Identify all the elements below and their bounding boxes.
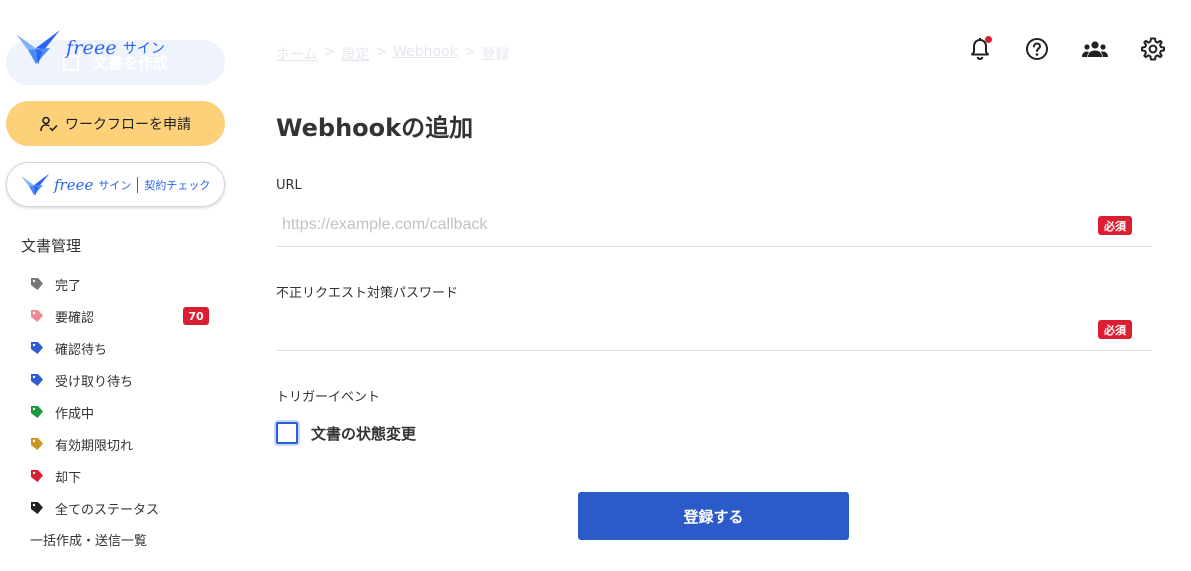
- apply-workflow-button[interactable]: ワークフローを申請: [6, 101, 225, 146]
- url-label: URL: [276, 178, 302, 193]
- checkbox-label[interactable]: 文書の状態変更: [311, 423, 416, 444]
- tag-icon: [31, 342, 43, 354]
- password-field-row: 必須: [276, 311, 1152, 351]
- register-button[interactable]: 登録する: [578, 492, 849, 540]
- trigger-event-label: トリガーイベント: [276, 390, 381, 405]
- sidebar-item-needs-review[interactable]: 要確認 70: [30, 300, 220, 332]
- divider: [137, 176, 139, 193]
- breadcrumb-separator: >: [323, 44, 336, 60]
- app-logo[interactable]: freee サイン: [14, 28, 165, 68]
- apply-workflow-label: ワークフローを申請: [65, 116, 191, 133]
- bird-logo-icon: [16, 30, 60, 65]
- sidebar-item-rejected[interactable]: 却下: [30, 460, 220, 492]
- tag-icon: [31, 278, 43, 290]
- password-input[interactable]: [282, 313, 1082, 345]
- tag-icon: [31, 470, 43, 482]
- breadcrumb-settings[interactable]: 設定: [341, 44, 369, 64]
- document-status-change-option[interactable]: 文書の状態変更: [276, 422, 416, 444]
- page-title: Webhookの追加: [276, 114, 474, 142]
- sidebar-item-awaiting-receipt[interactable]: 受け取り待ち: [30, 364, 220, 396]
- tag-icon: [31, 374, 43, 386]
- breadcrumb-separator: >: [463, 44, 476, 60]
- sidebar-item-label: 要確認: [55, 310, 95, 326]
- help-icon: [1026, 38, 1048, 60]
- contract-check-brand: freee: [54, 175, 94, 194]
- tag-icon: [31, 502, 43, 514]
- logo-name: freee: [66, 37, 117, 59]
- tag-icon: [31, 310, 43, 322]
- count-badge: 70: [183, 307, 209, 325]
- breadcrumb: ホーム > 設定 > Webhook > 登録: [276, 44, 509, 64]
- tag-icon: [31, 438, 43, 450]
- contract-check-feature: 契約チェック: [144, 178, 211, 192]
- team-button[interactable]: [1080, 34, 1110, 64]
- sidebar-item-label: 作成中: [55, 406, 95, 422]
- sidebar-item-expired[interactable]: 有効期限切れ: [30, 428, 220, 460]
- required-badge: 必須: [1098, 216, 1132, 235]
- logo-product: サイン: [122, 41, 165, 57]
- bird-logo-icon: [21, 172, 50, 196]
- gear-icon: [1141, 37, 1165, 61]
- contract-check-button[interactable]: freee サイン 契約チェック: [6, 162, 225, 207]
- document-management-heading: 文書管理: [21, 237, 82, 255]
- sidebar-item-completed[interactable]: 完了: [30, 268, 220, 300]
- breadcrumb-home[interactable]: ホーム: [276, 44, 318, 64]
- breadcrumb-separator: >: [375, 44, 388, 60]
- contract-check-product: サイン: [98, 178, 132, 192]
- bulk-create-send-list-link[interactable]: 一括作成・送信一覧: [30, 530, 147, 549]
- sidebar-item-label: 却下: [55, 470, 82, 486]
- password-label: 不正リクエスト対策パスワード: [276, 286, 459, 301]
- breadcrumb-webhook[interactable]: Webhook: [393, 44, 458, 64]
- team-icon: [1082, 41, 1108, 57]
- sidebar: 文書を作成 freee サイン ワークフローを申請 freee サイン 契約チェ…: [0, 0, 238, 571]
- sidebar-item-label: 確認待ち: [55, 342, 108, 358]
- sidebar-item-label: 有効期限切れ: [55, 438, 134, 454]
- sidebar-item-draft[interactable]: 作成中: [30, 396, 220, 428]
- tag-icon: [31, 406, 43, 418]
- user-check-icon: [40, 116, 58, 131]
- sidebar-item-label: 受け取り待ち: [55, 374, 134, 390]
- document-status-change-checkbox[interactable]: [276, 422, 298, 444]
- help-button[interactable]: [1022, 34, 1052, 64]
- notifications-button[interactable]: [965, 34, 995, 64]
- url-field-row: 必須: [276, 207, 1152, 247]
- sidebar-item-all-statuses[interactable]: 全てのステータス: [30, 492, 220, 524]
- settings-button[interactable]: [1138, 34, 1168, 64]
- status-list: 完了 要確認 70 確認待ち 受け取り待ち 作成中 有効期限切れ 却下 全てのス…: [30, 268, 220, 524]
- url-input[interactable]: [282, 209, 1082, 241]
- breadcrumb-current: 登録: [481, 47, 510, 63]
- sidebar-item-label: 完了: [55, 278, 82, 294]
- sidebar-item-awaiting-confirmation[interactable]: 確認待ち: [30, 332, 220, 364]
- header-actions: [962, 34, 1172, 64]
- sidebar-item-label: 全てのステータス: [55, 502, 160, 518]
- notification-dot: [985, 36, 992, 43]
- required-badge: 必須: [1098, 320, 1132, 339]
